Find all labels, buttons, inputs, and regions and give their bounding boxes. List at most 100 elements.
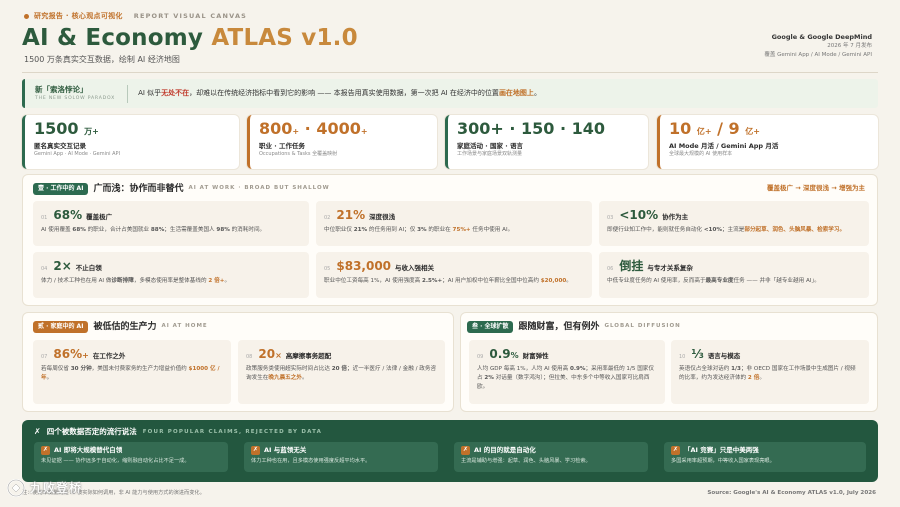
global-pill: 叁 · 全球扩散 (467, 321, 514, 334)
home-section: 贰 · 家庭中的 AI 被低估的生产力 AI AT HOME 07 86%+ 在工作… (22, 312, 454, 412)
finding-desc: 体力 / 技术工种也在用 AI 做诊断排障，多模态使用率是整体基线的 2 倍+。 (41, 277, 301, 286)
report-tag-en: REPORT VISUAL CANVAS (133, 12, 248, 21)
paradox-text: AI 似乎无处不在，却难以在传统经济指标中看到它的影响 —— 本报告用真实使用数… (138, 89, 541, 98)
paradox-text-a: AI 似乎 (138, 88, 162, 97)
watermark: 九败登桥 (6, 478, 82, 498)
title-main: AI & Economy (22, 25, 204, 51)
stat-value: 800+ · 4000+ (259, 120, 428, 138)
desc-part: 。 (759, 374, 765, 381)
footer-source: Source: Google's AI & Economy ATLAS v1.0… (707, 490, 876, 496)
global-section: 叁 · 全球扩散 跟随财富，但有例外 GLOBAL DIFFUSION 09 0.… (460, 312, 878, 412)
paradox-title-en: THE NEW SOLOW PARADOX (35, 95, 116, 101)
stat-value: 1500 万+ (34, 120, 230, 138)
finding-value-number: 20 (258, 347, 276, 361)
finding-desc: 中位职业仅 21% 的任务用到 AI；仅 3% 的职业在 75%+ 任务中使用 … (324, 226, 584, 235)
myths-title: 四个被数据否定的流行说法 (46, 427, 137, 437)
paradox-title: 新「索洛悖论」 (35, 84, 88, 94)
finding-desc: 政策服务类使用超实际时间占比达 20 倍；近一半医疗 / 法律 / 金融 / 政… (246, 365, 437, 382)
finding-number: 05 (324, 266, 331, 272)
header-divider (22, 72, 878, 73)
finding-value: 21% (336, 208, 366, 222)
stat-card-records: 1500 万+ 匿名真实交互记录 Gemini App · AI Mode · … (22, 115, 239, 169)
finding-value-number: 0.9 (489, 347, 511, 361)
finding-head: 02 21% 深度很浅 (324, 207, 584, 223)
myth-head: ✗ AI 即将大规模替代白领 (41, 446, 221, 455)
desc-part: 的任务用到 AI；仅 (367, 227, 418, 234)
desc-part: 任务 —— 并非「越专业越用 AI」。 (733, 278, 820, 285)
finding-card: 05 $83,000 与收入强相关 职业中位工资每高 1%，AI 使用强度高 2.5… (316, 252, 592, 298)
finding-desc: 若每周仅省 30 分钟，美国未付费家务的生产力增益价值约 $1000 亿 / 年… (41, 365, 223, 382)
finding-desc: 英语仅占全球对话约 1/3；非 OECD 国家在工作场景中生成图片 / 视频的比… (679, 365, 861, 382)
finding-value-number: 86% (53, 347, 83, 361)
desc-part: ；主流是 (721, 227, 745, 234)
finding-desc: 人均 GDP 每高 1%，人均 AI 使用高 0.9%；采用率最低的 1/5 国… (477, 365, 657, 391)
desc-part: ；生活需覆盖美国人 (164, 227, 217, 234)
finding-card: 01 68% 覆盖极广 AI 使用覆盖 68% 的职业，合计占美国就业 88%；生活… (33, 201, 309, 246)
paradox-highlight-2: 画在地图上 (498, 88, 534, 97)
desc-highlight: 晚九晨五之外 (268, 374, 302, 381)
myths-section: ✗ 四个被数据否定的流行说法 FOUR POPULAR CLAIMS, REJE… (22, 420, 878, 482)
stat-unit-2: + (360, 127, 368, 136)
finding-number: 03 (607, 215, 614, 221)
stat-label: 匿名真实交互记录 (34, 141, 86, 150)
finding-title: 覆盖极广 (86, 213, 113, 221)
report-tag-text: 研究报告 · 核心观点可视化 (34, 12, 123, 20)
paradox-divider (127, 84, 129, 103)
desc-part: 政策服务类使用超实际时间占比达 (246, 366, 332, 373)
finding-value: 68% (53, 208, 83, 222)
myth-desc: 主流是辅助与增强：起草、润色、头脑风暴、学习检索。 (461, 458, 591, 464)
desc-highlight: 20 倍 (331, 366, 348, 373)
finding-card: 04 2× 不止白领 体力 / 技术工种也在用 AI 做诊断排障，多模态使用率是整体… (33, 252, 309, 298)
stat-value: 300+ · 150 · 140 (457, 119, 606, 138)
myth-head: ✗ 「AI 竞赛」只是中美两强 (671, 446, 859, 455)
stat-sub: Gemini App · AI Mode · Gemini API (34, 151, 121, 158)
finding-card: 07 86%+ 在工作之外 若每周仅省 30 分钟，美国未付费家务的生产力增益价值约… (33, 340, 231, 404)
finding-value-unit: % (510, 351, 519, 360)
myth-desc: 多国采用率超预期，中等收入国家表现亮眼。 (671, 458, 775, 464)
finding-title: 深度很浅 (369, 213, 396, 221)
cross-icon: ✗ (671, 446, 680, 455)
finding-card: 03 <10% 协作为主 即便行业知工作中，能则就任务自动化 <10%；主流是部分起… (599, 201, 869, 246)
desc-part: 英语仅占全球对话约 (679, 366, 732, 373)
stat-label: 家庭活动 · 国家 · 语言 (457, 141, 523, 150)
desc-part: 人均 GDP 每高 1%，人均 AI 使用高 (477, 366, 570, 373)
finding-number: 04 (41, 266, 48, 272)
finding-desc: 即便行业知工作中，能则就任务自动化 <10%；主流是部分起草、润色、头脑风暴、检… (607, 226, 861, 235)
desc-part: 。 (301, 374, 308, 381)
cross-icon: ✗ (41, 446, 50, 455)
desc-highlight: 30 分钟 (70, 366, 92, 373)
desc-part: 的消耗时间。 (229, 227, 266, 234)
finding-head: 06 倒挂 与专才关系复杂 (607, 258, 861, 274)
finding-desc: 职业中位工资每高 1%，AI 使用强度高 2.5%+；AI 用户加权中位年薪比全… (324, 277, 584, 286)
myth-card: ✗ 「AI 竞赛」只是中美两强 多国采用率超预期，中等收入国家表现亮眼。 (664, 442, 866, 472)
finding-head: 04 2× 不止白领 (41, 258, 301, 274)
desc-highlight: 68% (72, 227, 86, 234)
paradox-heading: 新「索洛悖论」 THE NEW SOLOW PARADOX (35, 85, 115, 102)
desc-part: 对话量（数字鸿沟）；但拉美、中东多个中等收入国家可比肩西欧。 (477, 374, 650, 390)
stat-label: 职业 · 工作任务 (259, 141, 305, 150)
finding-number: 09 (477, 354, 484, 360)
desc-highlight: 诊断排障 (111, 278, 134, 285)
stat-label: AI Mode 月活 / Gemini App 月活 (669, 141, 779, 150)
stat-sub: 全球最大规模的 AI 使用样本 (669, 151, 733, 158)
paradox-highlight-1: 无处不在 (161, 88, 190, 97)
finding-head: 03 <10% 协作为主 (607, 207, 861, 223)
finding-card: 10 ⅓ 语言与模态 英语仅占全球对话约 1/3；非 OECD 国家在工作场景中生成… (671, 340, 869, 404)
desc-highlight: 0.9% (569, 366, 586, 373)
work-pill: 壹 · 工作中的 AI (33, 183, 89, 196)
myth-head: ✗ AI 的目的就是自动化 (461, 446, 641, 455)
myth-desc: 未见证据 —— 协作远多于自动化，缩则融自动化占比不足一成。 (41, 458, 190, 464)
finding-number: 07 (41, 354, 48, 360)
finding-desc: 中低专业度任务的 AI 使用率，反而高于最高专业度任务 —— 并非「越专业越用 … (607, 277, 861, 286)
title-version: ATLAS v1.0 (211, 25, 358, 51)
finding-value: 2× (53, 259, 72, 273)
stat-card-activities: 300+ · 150 · 140 家庭活动 · 国家 · 语言 工作场景与家庭场… (445, 115, 648, 169)
myth-title: AI 即将大规模替代白领 (54, 446, 123, 455)
page-subtitle: 1500 万条真实交互数据，绘制 AI 经济地图 (24, 55, 180, 64)
finding-head: 01 68% 覆盖极广 (41, 207, 301, 223)
myth-head: ✗ AI 与蓝领无关 (251, 446, 431, 455)
myth-card: ✗ AI 与蓝领无关 体力工种也在用，且多模态使用强度反超平均水平。 (244, 442, 438, 472)
global-section-head: 叁 · 全球扩散 跟随财富，但有例外 GLOBAL DIFFUSION (467, 321, 681, 334)
global-title: 跟随财富，但有例外 (518, 322, 600, 332)
finding-head: 09 0.9% 财富弹性 (477, 346, 657, 362)
